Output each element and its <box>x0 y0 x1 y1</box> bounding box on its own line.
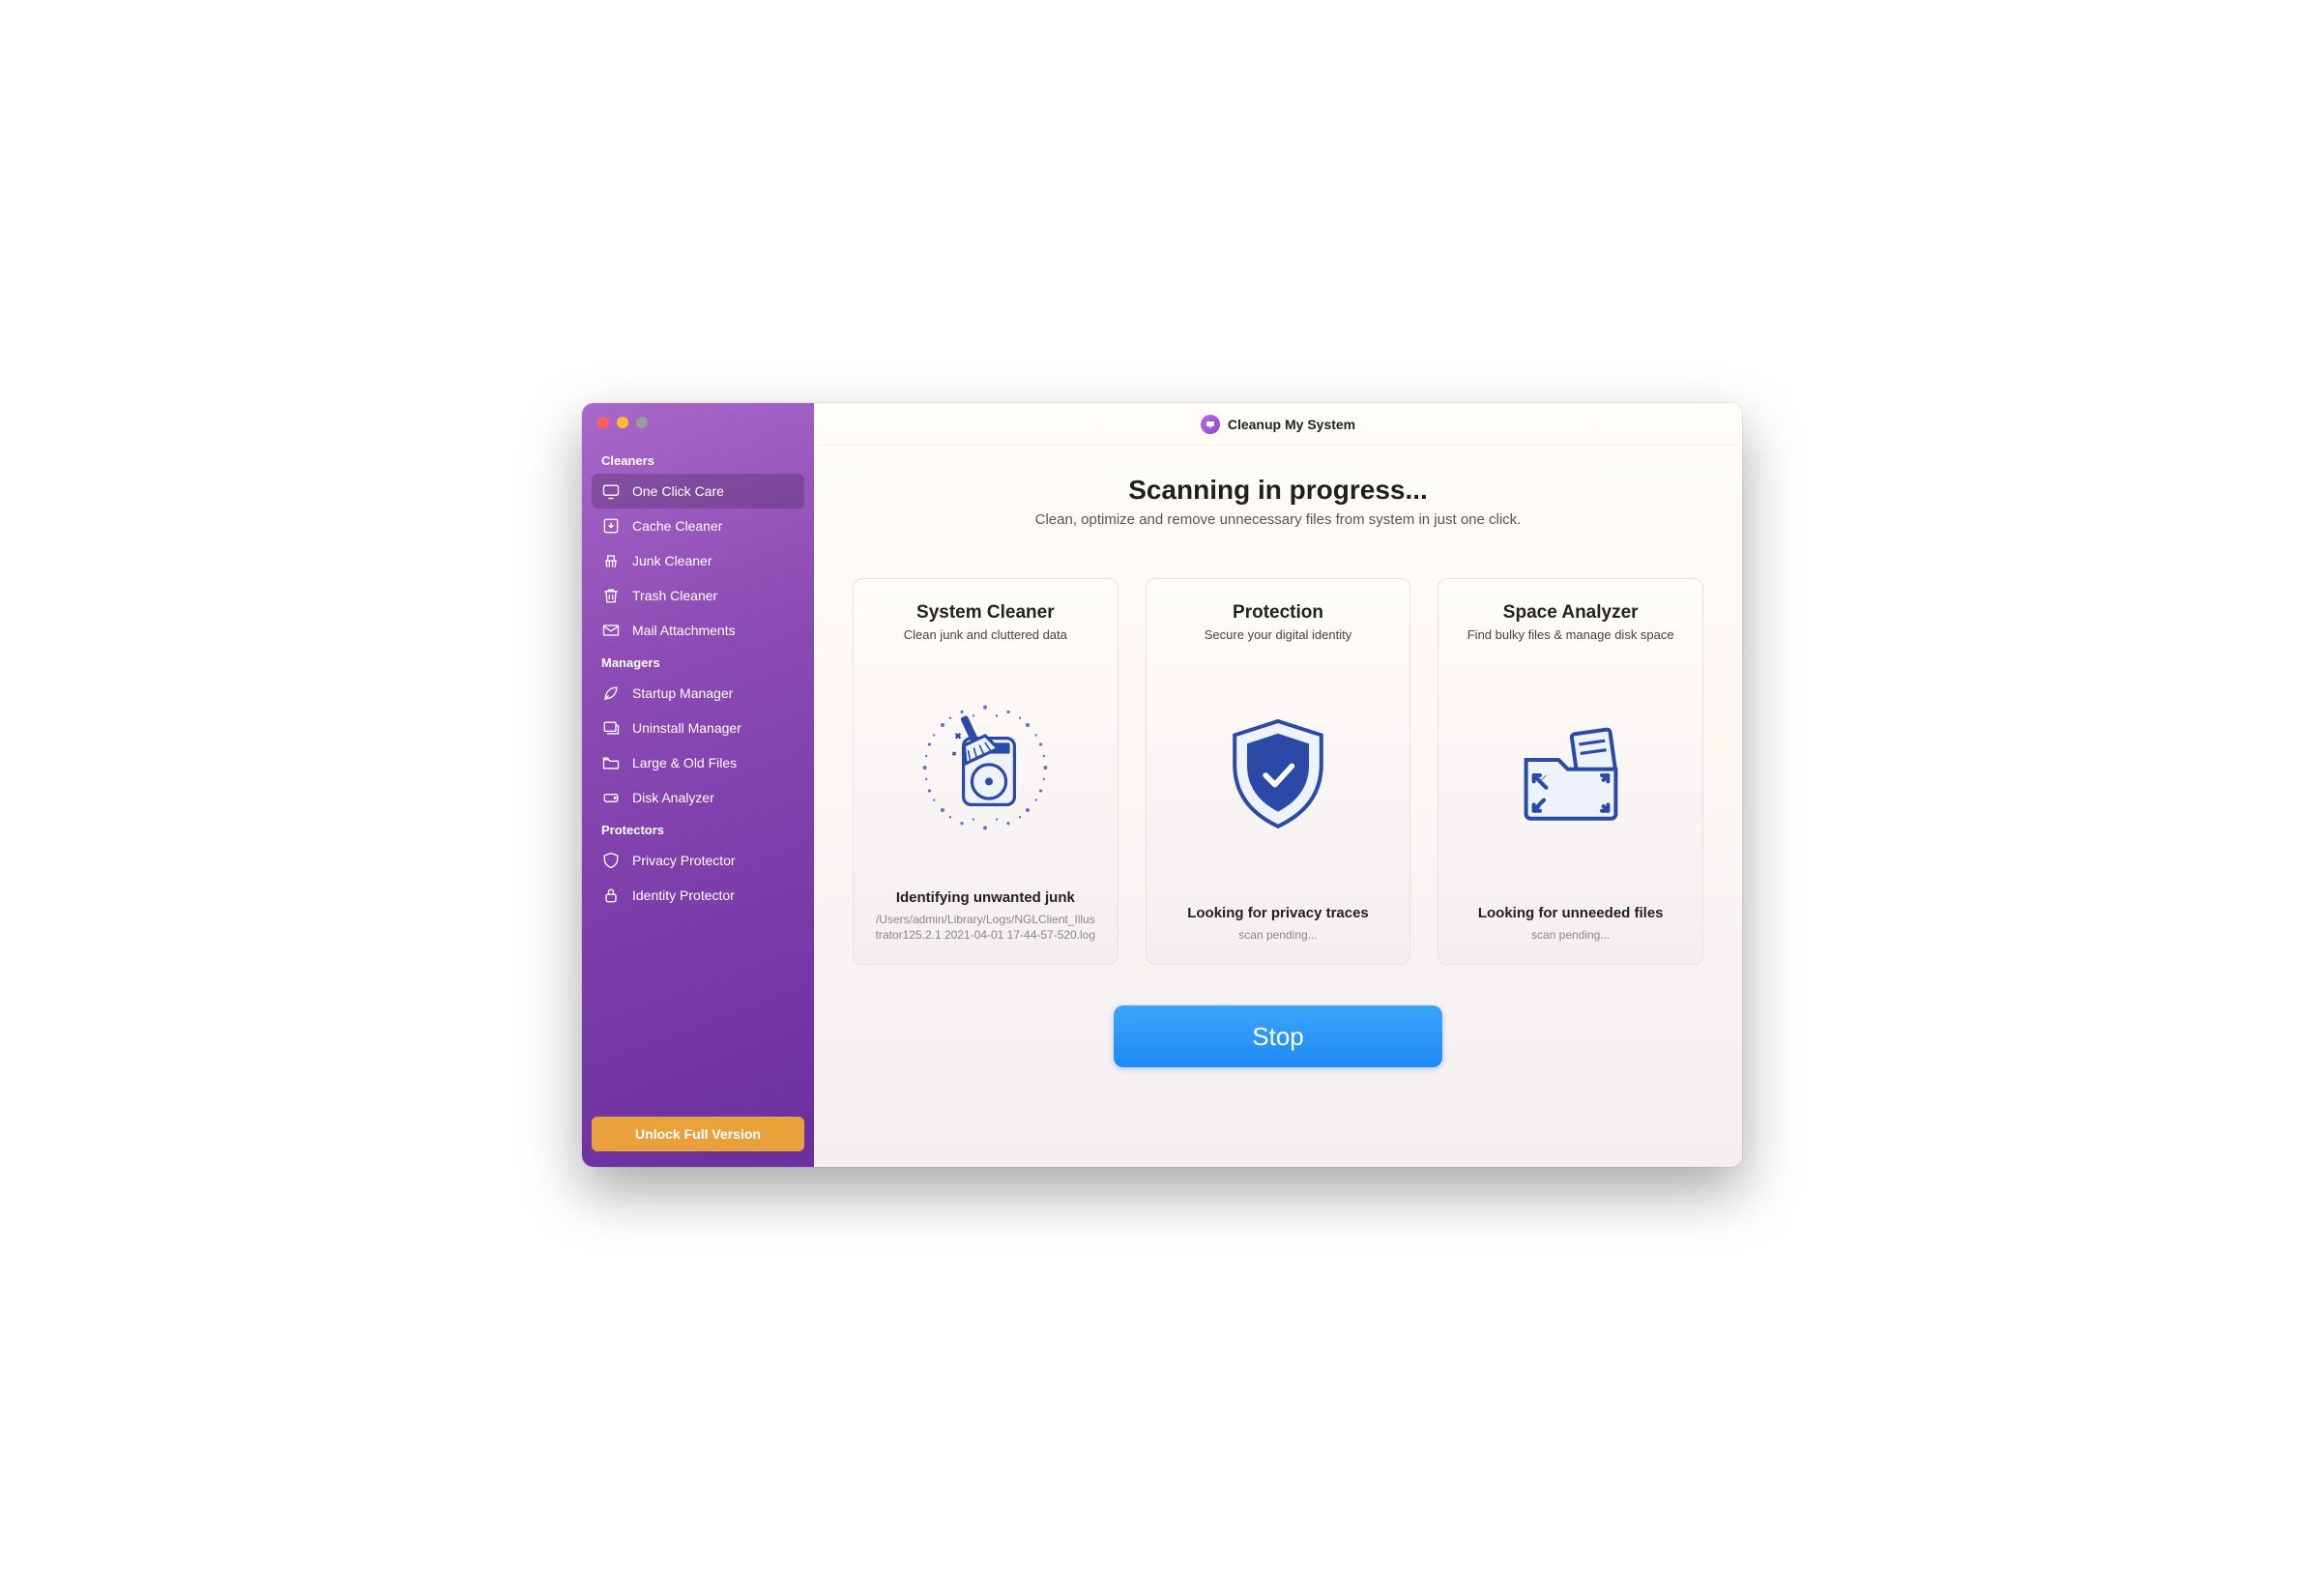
titlebar: Cleanup My System <box>814 403 1742 446</box>
close-window-button[interactable] <box>597 417 609 428</box>
trash-icon <box>601 586 621 605</box>
scan-cards: System Cleaner Clean junk and cluttered … <box>853 578 1703 965</box>
card-title: Protection <box>1233 602 1323 624</box>
sidebar-item-label: Startup Manager <box>632 685 733 701</box>
disk-icon <box>601 788 621 807</box>
sidebar-item-label: Mail Attachments <box>632 623 736 638</box>
card-protection: Protection Secure your digital identity … <box>1146 578 1411 965</box>
sidebar-item-label: Privacy Protector <box>632 853 736 868</box>
sidebar-item-large-old-files[interactable]: Large & Old Files <box>592 745 804 780</box>
card-subtitle: Clean junk and cluttered data <box>904 627 1067 642</box>
sidebar-item-startup-manager[interactable]: Startup Manager <box>592 676 804 711</box>
mail-icon <box>601 621 621 640</box>
page-headline: Scanning in progress... <box>1128 475 1428 506</box>
sidebar-item-privacy-protector[interactable]: Privacy Protector <box>592 843 804 878</box>
sidebar-item-mail-attachments[interactable]: Mail Attachments <box>592 613 804 648</box>
sidebar-section-protectors: Protectors <box>592 815 804 843</box>
card-status: Looking for unneeded files <box>1478 905 1664 921</box>
sidebar-item-junk-cleaner[interactable]: Junk Cleaner <box>592 543 804 578</box>
card-title: System Cleaner <box>916 602 1055 624</box>
card-detail: scan pending... <box>1235 927 1321 943</box>
broom-icon <box>601 551 621 570</box>
sidebar-item-label: Identity Protector <box>632 887 735 903</box>
sidebar-item-label: Cache Cleaner <box>632 518 722 534</box>
sidebar-item-identity-protector[interactable]: Identity Protector <box>592 878 804 913</box>
card-detail: /Users/admin/Library/Logs/NGLClient_Illu… <box>871 912 1100 943</box>
card-subtitle: Find bulky files & manage disk space <box>1467 627 1674 642</box>
uninstall-icon <box>601 718 621 738</box>
sidebar-item-label: Trash Cleaner <box>632 588 717 603</box>
zoom-window-button[interactable] <box>636 417 648 428</box>
card-subtitle: Secure your digital identity <box>1205 627 1351 642</box>
sidebar-item-disk-analyzer[interactable]: Disk Analyzer <box>592 780 804 815</box>
page-subhead: Clean, optimize and remove unnecessary f… <box>1035 511 1522 528</box>
sidebar: Cleaners One Click Care Cache Cleaner Ju… <box>582 403 814 1167</box>
sidebar-item-label: Uninstall Manager <box>632 720 741 736</box>
card-status: Identifying unwanted junk <box>896 889 1075 906</box>
sidebar-item-trash-cleaner[interactable]: Trash Cleaner <box>592 578 804 613</box>
rocket-icon <box>601 683 621 703</box>
sidebar-item-label: Large & Old Files <box>632 755 737 770</box>
sidebar-item-label: Disk Analyzer <box>632 790 714 805</box>
card-status: Looking for privacy traces <box>1187 905 1369 921</box>
card-title: Space Analyzer <box>1503 602 1639 624</box>
folder-expand-icon <box>1456 661 1685 889</box>
sidebar-item-label: Junk Cleaner <box>632 553 712 568</box>
app-logo-icon <box>1201 415 1220 434</box>
minimize-window-button[interactable] <box>617 417 628 428</box>
window-controls <box>592 417 804 446</box>
stop-button[interactable]: Stop <box>1114 1005 1442 1067</box>
card-system-cleaner: System Cleaner Clean junk and cluttered … <box>853 578 1118 965</box>
shield-icon <box>601 851 621 870</box>
app-title: Cleanup My System <box>1228 417 1355 432</box>
card-space-analyzer: Space Analyzer Find bulky files & manage… <box>1438 578 1703 965</box>
sidebar-item-label: One Click Care <box>632 483 724 499</box>
cache-download-icon <box>601 516 621 536</box>
shield-check-icon <box>1164 661 1393 889</box>
sidebar-item-one-click-care[interactable]: One Click Care <box>592 474 804 509</box>
sidebar-item-cache-cleaner[interactable]: Cache Cleaner <box>592 509 804 543</box>
app-window: Cleaners One Click Care Cache Cleaner Ju… <box>582 403 1742 1167</box>
sidebar-section-managers: Managers <box>592 648 804 676</box>
sidebar-item-uninstall-manager[interactable]: Uninstall Manager <box>592 711 804 745</box>
unlock-full-version-button[interactable]: Unlock Full Version <box>592 1117 804 1151</box>
folder-files-icon <box>601 753 621 772</box>
sidebar-section-cleaners: Cleaners <box>592 446 804 474</box>
content-area: Scanning in progress... Clean, optimize … <box>814 446 1742 1167</box>
card-detail: scan pending... <box>1527 927 1613 943</box>
monitor-icon <box>601 481 621 501</box>
main-panel: Cleanup My System Scanning in progress..… <box>814 403 1742 1167</box>
disk-broom-icon <box>871 661 1100 874</box>
lock-icon <box>601 886 621 905</box>
